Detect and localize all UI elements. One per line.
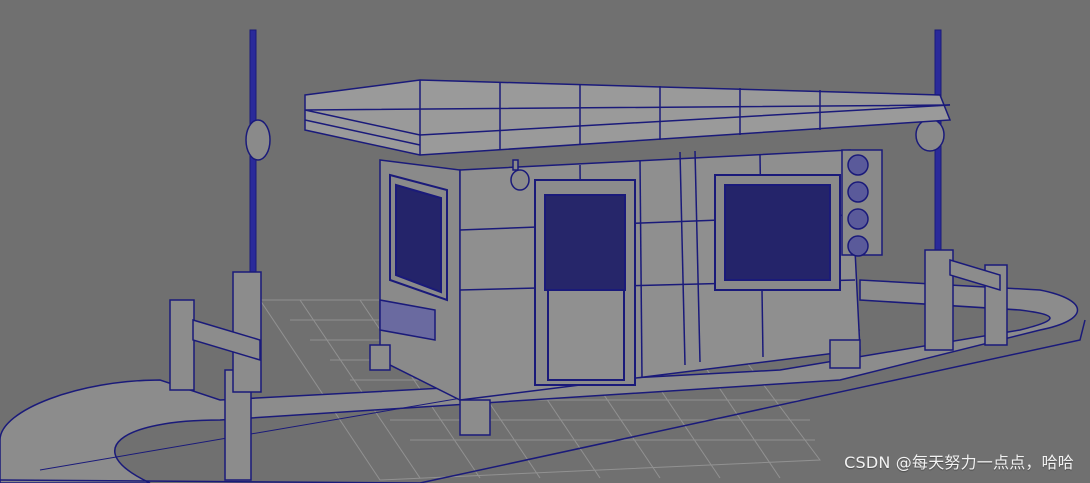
booth-door [534, 179, 636, 386]
booth-roof [304, 79, 952, 156]
maya-viewport[interactable]: CSDN @每天努力一点点，哈哈 [0, 0, 1090, 483]
booth-window-front [714, 174, 841, 291]
pole-right [915, 29, 945, 261]
booth-window-side [389, 173, 448, 302]
watermark-text: CSDN @每天努力一点点，哈哈 [844, 453, 1074, 472]
traffic-light-icon [841, 149, 883, 257]
camera-icon [510, 159, 530, 191]
3d-scene-guard-booth [0, 29, 1086, 483]
pole-left [245, 29, 271, 291]
